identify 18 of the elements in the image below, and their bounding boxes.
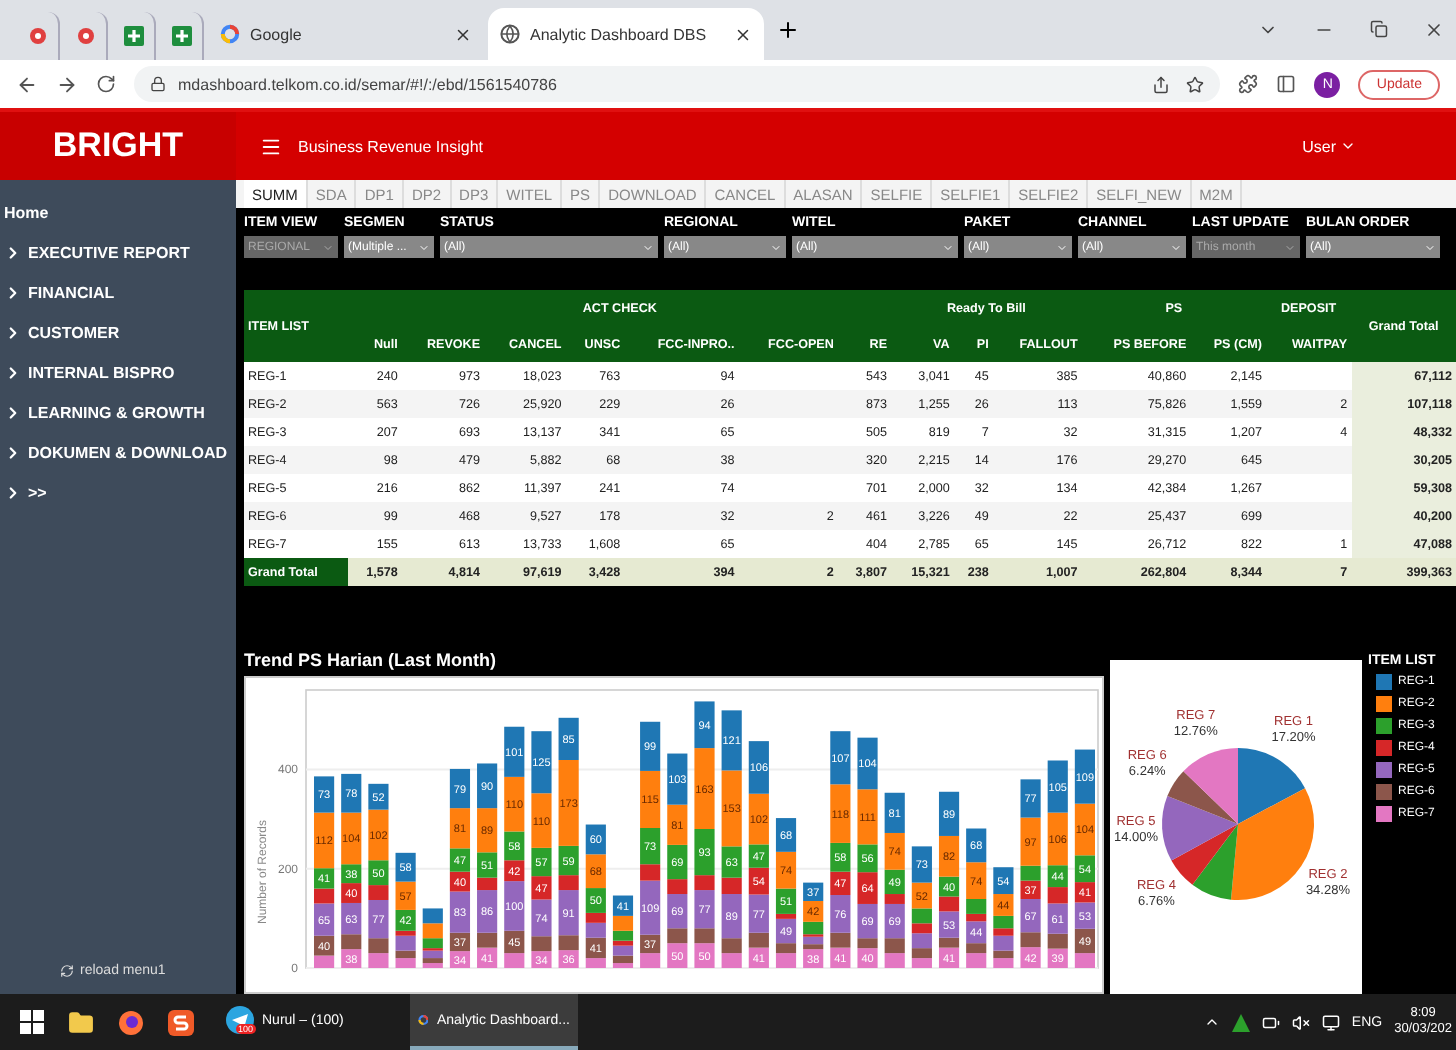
sidebar-item[interactable]: Home: [0, 192, 236, 232]
user-menu[interactable]: User: [1302, 137, 1356, 155]
sidebar-item[interactable]: EXECUTIVE REPORT: [0, 232, 236, 272]
sidebar-item[interactable]: LEARNING & GROWTH: [0, 392, 236, 432]
sidebar-item[interactable]: >>: [0, 472, 236, 512]
sidebar-item[interactable]: DOKUMEN & DOWNLOAD: [0, 432, 236, 472]
sidebar-item[interactable]: CUSTOMER: [0, 312, 236, 352]
address-bar[interactable]: mdashboard.telkom.co.id/semar/#!/:/ebd/1561540786: [134, 66, 1221, 102]
brand-logo: BRIGHT: [0, 112, 236, 180]
tab-title: Google: [250, 25, 304, 43]
sidebar-item[interactable]: FINANCIAL: [0, 272, 236, 312]
browser-tab[interactable]: Analytic Dashboard DBS: [488, 8, 764, 60]
sidebar-item[interactable]: INTERNAL BISPRO: [0, 352, 236, 392]
browser-tab[interactable]: Google: [208, 8, 484, 60]
chart-title: Trend PS Harian (Last Month): [244, 650, 499, 674]
tab-title: Analytic Dashboard DBS: [530, 25, 709, 43]
app-subtitle: Business Revenue Insight: [298, 137, 483, 155]
url-text: mdashboard.telkom.co.id/semar/#!/:/ebd/1561540786: [178, 75, 557, 93]
